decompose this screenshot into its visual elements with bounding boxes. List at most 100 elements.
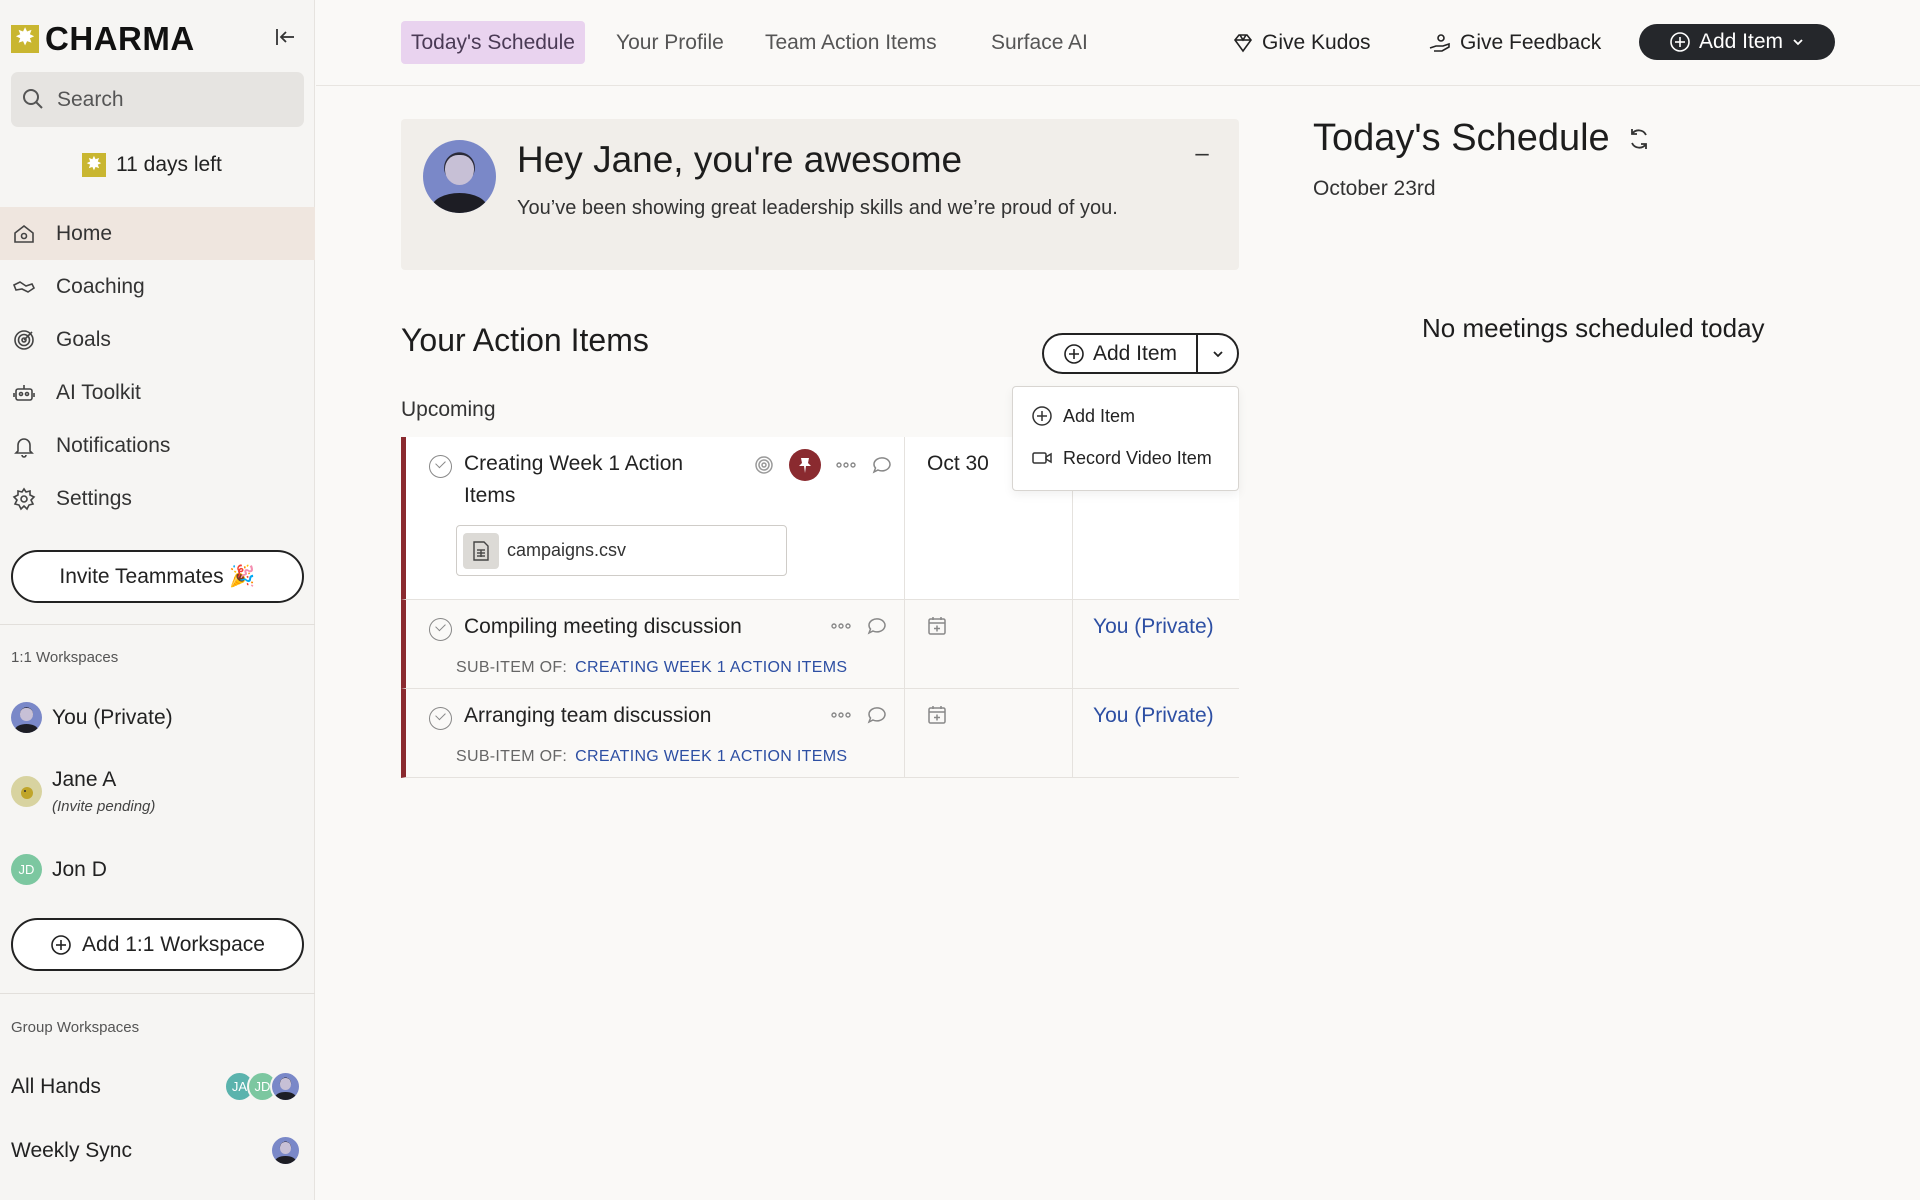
item-title[interactable]: Arranging team discussion: [464, 700, 711, 732]
pin-icon[interactable]: [789, 449, 821, 481]
invite-teammates-button[interactable]: Invite Teammates 🎉: [11, 550, 304, 603]
search-placeholder: Search: [57, 87, 124, 111]
parent-item-link[interactable]: CREATING WEEK 1 ACTION ITEMS: [575, 748, 847, 765]
chevron-down-icon: [1212, 350, 1223, 357]
refresh-icon[interactable]: [1626, 126, 1652, 152]
tab-your-profile[interactable]: Your Profile: [606, 21, 734, 64]
sidebar-item-label: Home: [56, 221, 113, 245]
add-item-label: Add Item: [1698, 30, 1784, 53]
add-item-button[interactable]: Add Item: [1044, 335, 1198, 372]
one-on-one-section-label: 1:1 Workspaces: [11, 649, 119, 666]
more-options-icon[interactable]: [830, 710, 852, 720]
sidebar-item-coaching[interactable]: Coaching: [0, 260, 315, 313]
attachment-chip[interactable]: campaigns.csv: [456, 525, 787, 576]
avatar: [11, 776, 42, 807]
invite-label: Invite Teammates 🎉: [59, 564, 256, 588]
workspace-you-private[interactable]: You (Private): [11, 702, 173, 733]
top-bar: Today's Schedule Your Profile Team Actio…: [316, 0, 1920, 86]
add-workspace-button[interactable]: Add 1:1 Workspace: [11, 918, 304, 971]
give-kudos-button[interactable]: Give Kudos: [1232, 22, 1371, 64]
complete-checkbox[interactable]: [429, 455, 452, 478]
kudos-title: Hey Jane, you're awesome: [517, 139, 963, 180]
menu-item-label: Add Item: [1063, 405, 1136, 426]
comment-icon[interactable]: [866, 615, 888, 637]
sidebar-item-notifications[interactable]: Notifications: [0, 419, 315, 472]
logo-mark-icon: [11, 23, 39, 53]
bell-icon: [14, 437, 34, 458]
parent-item-link[interactable]: CREATING WEEK 1 ACTION ITEMS: [575, 659, 847, 676]
kudos-message: You’ve been showing great leadership ski…: [517, 197, 1118, 219]
chevron-down-icon: [1793, 39, 1803, 46]
avatar: [11, 702, 42, 733]
item-cell: Arranging team discussion SUB-ITEM OF: CR…: [406, 689, 905, 777]
schedule-title-row: Today's Schedule: [1313, 117, 1652, 160]
comment-icon[interactable]: [871, 454, 893, 476]
search-input[interactable]: Search: [11, 72, 304, 127]
action-items-title: Your Action Items: [401, 322, 649, 358]
workspace-name-block: Jane A (Invite pending): [52, 768, 155, 815]
add-workspace-label: Add 1:1 Workspace: [82, 932, 265, 956]
sidebar-item-goals[interactable]: Goals: [0, 313, 315, 366]
sidebar-item-ai-toolkit[interactable]: AI Toolkit: [0, 366, 315, 419]
workspace-name: Jon D: [52, 857, 107, 881]
more-options-icon[interactable]: [830, 621, 852, 631]
logo-text: CHARMA: [45, 20, 195, 57]
divider: [0, 993, 315, 994]
add-item-dropdown-menu: Add Item Record Video Item: [1012, 386, 1239, 491]
group-all-hands[interactable]: All Hands JA JD: [11, 1071, 301, 1102]
group-weekly-sync[interactable]: Weekly Sync: [11, 1135, 301, 1166]
item-title[interactable]: Creating Week 1 Action Items: [464, 448, 714, 512]
logo[interactable]: CHARMA: [11, 20, 195, 58]
plus-circle-icon: [1670, 32, 1690, 52]
tab-surface-ai[interactable]: Surface AI: [981, 21, 1098, 64]
add-date-calendar-icon[interactable]: [926, 704, 948, 731]
sidebar-item-label: AI Toolkit: [56, 380, 141, 404]
goal-target-icon[interactable]: [753, 454, 775, 476]
trial-label: 11 days left: [116, 153, 222, 176]
workspace-name: You (Private): [52, 705, 173, 729]
add-item-top-button[interactable]: Add Item: [1639, 24, 1835, 60]
sidebar-item-home[interactable]: Home: [0, 207, 315, 260]
upcoming-section-label: Upcoming: [401, 398, 496, 421]
complete-checkbox[interactable]: [429, 707, 452, 730]
comment-icon[interactable]: [866, 704, 888, 726]
item-title[interactable]: Compiling meeting discussion: [464, 611, 742, 643]
collapse-sidebar-icon[interactable]: [272, 24, 298, 50]
tab-todays-schedule[interactable]: Today's Schedule: [401, 21, 585, 64]
minimize-button[interactable]: –: [1187, 139, 1217, 169]
table-row[interactable]: Arranging team discussion SUB-ITEM OF: CR…: [401, 689, 1239, 778]
workspace-jon-d[interactable]: JD Jon D: [11, 854, 107, 885]
add-item-dropdown-toggle[interactable]: [1198, 335, 1237, 372]
owner-link[interactable]: You (Private): [1093, 704, 1214, 728]
row-actions: [830, 704, 888, 726]
add-date-calendar-icon[interactable]: [926, 615, 948, 642]
kudos-card: Hey Jane, you're awesome You’ve been sho…: [401, 119, 1239, 270]
plus-circle-icon: [1064, 343, 1084, 364]
avatar: [270, 1135, 301, 1166]
menu-item-record-video[interactable]: Record Video Item: [1031, 447, 1212, 469]
group-name: Weekly Sync: [11, 1138, 132, 1162]
plus-circle-icon: [51, 934, 71, 955]
sub-item-of: SUB-ITEM OF: CREATING WEEK 1 ACTION ITEMS: [456, 659, 847, 677]
search-icon: [23, 89, 43, 109]
table-row[interactable]: Compiling meeting discussion SUB-ITEM OF…: [401, 600, 1239, 689]
workspace-jane-a[interactable]: Jane A (Invite pending): [11, 768, 155, 815]
give-kudos-label: Give Kudos: [1262, 31, 1371, 54]
kudos-avatar: [423, 140, 496, 213]
group-section-label: Group Workspaces: [11, 1019, 140, 1036]
avatar-stack: JA JD: [224, 1071, 301, 1102]
trial-days-left[interactable]: ✸ 11 days left: [82, 153, 222, 177]
owner-cell: You (Private): [1073, 600, 1239, 688]
feedback-hand-icon: [1429, 34, 1450, 52]
due-date-cell: [905, 689, 1073, 777]
complete-checkbox[interactable]: [429, 618, 452, 641]
star-icon: ✸: [82, 153, 106, 177]
item-cell: Creating Week 1 Action Items campaigns.c…: [406, 437, 905, 599]
more-options-icon[interactable]: [835, 460, 857, 470]
coaching-icon: [12, 280, 36, 293]
sidebar-item-settings[interactable]: Settings: [0, 472, 315, 525]
owner-link[interactable]: You (Private): [1093, 615, 1214, 639]
give-feedback-button[interactable]: Give Feedback: [1428, 22, 1601, 64]
tab-team-action-items[interactable]: Team Action Items: [755, 21, 947, 64]
menu-item-add-item[interactable]: Add Item: [1031, 405, 1135, 427]
